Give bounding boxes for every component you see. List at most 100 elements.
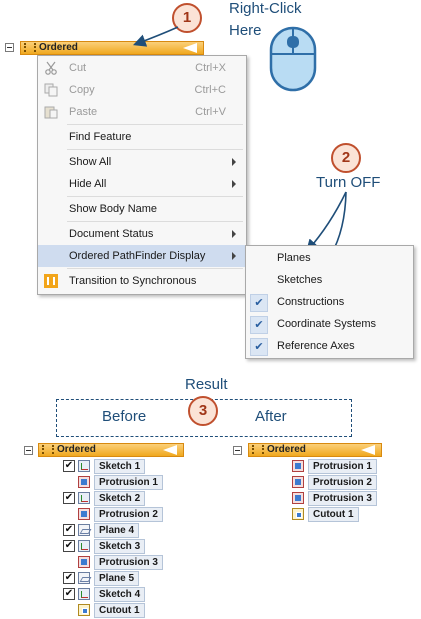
submenu-arrow-icon (232, 230, 236, 238)
step-badge-3: 3 (188, 396, 218, 426)
protrusion-icon (292, 476, 304, 488)
submenu-item-reference-axes[interactable]: ✔ Reference Axes (246, 335, 413, 357)
tree-node-label: Sketch 2 (94, 491, 146, 506)
protrusion-icon (78, 476, 90, 488)
tree-node-label: Cutout 1 (94, 603, 145, 618)
menu-separator (67, 149, 243, 150)
checkmark-icon: ✔ (250, 316, 268, 334)
menu-item-label: Ordered PathFinder Display (69, 250, 206, 262)
tree-node-label: Cutout 1 (308, 507, 359, 522)
feature-checkbox[interactable]: ✔ (63, 492, 75, 504)
submenu-arrow-icon (232, 252, 236, 260)
submenu-item-planes[interactable]: Planes (246, 247, 413, 269)
tree-node-label: Sketch 4 (94, 587, 146, 602)
plane-icon (78, 572, 90, 584)
menu-item-label: Paste (69, 106, 98, 118)
scissors-icon (45, 61, 57, 75)
protrusion-icon (78, 556, 90, 568)
feature-checkbox[interactable]: ✔ (63, 540, 75, 552)
menu-item-copy[interactable]: Copy Ctrl+C (38, 79, 246, 101)
checkmark-icon: ✔ (250, 294, 268, 312)
menu-item-label: Hide All (69, 178, 107, 190)
menu-item-document-status[interactable]: Document Status (38, 223, 246, 245)
feature-checkbox[interactable]: ✔ (63, 588, 75, 600)
plane-icon (78, 524, 90, 536)
turn-off-label: Turn OFF (316, 174, 381, 191)
step-badge-2: 2 (331, 143, 361, 173)
submenu-arrow-icon (232, 158, 236, 166)
submenu-item-constructions[interactable]: ✔ Constructions (246, 291, 413, 313)
paste-icon (44, 106, 58, 119)
ordered-arrow-icon (361, 445, 375, 455)
menu-item-label: Transition to Synchronous (69, 275, 197, 287)
sketch-icon (78, 460, 90, 472)
ordered-icon (252, 445, 264, 454)
cutout-icon (292, 508, 304, 520)
ordered-label: Ordered (267, 444, 306, 455)
sketch-icon (78, 540, 90, 552)
context-menu: Cut Ctrl+X Copy Ctrl+C Paste Ctrl+V Find… (37, 55, 247, 295)
before-collapse-toggle[interactable] (24, 446, 33, 455)
menu-item-show-body-name[interactable]: Show Body Name (38, 198, 246, 220)
menu-item-paste[interactable]: Paste Ctrl+V (38, 101, 246, 123)
menu-item-show-all[interactable]: Show All (38, 151, 246, 173)
pathfinder-display-submenu: Planes Sketches ✔ Constructions ✔ Coordi… (245, 245, 414, 359)
submenu-item-label: Reference Axes (277, 340, 355, 352)
menu-separator (67, 221, 243, 222)
transition-icon (44, 274, 58, 288)
tree-node-label: Protrusion 3 (308, 491, 377, 506)
tree-node-label: Sketch 3 (94, 539, 146, 554)
submenu-item-coordinate-systems[interactable]: ✔ Coordinate Systems (246, 313, 413, 335)
submenu-arrow-icon (232, 180, 236, 188)
menu-item-label: Copy (69, 84, 95, 96)
submenu-item-label: Planes (277, 252, 311, 264)
copy-icon (44, 83, 58, 97)
feature-checkbox[interactable]: ✔ (63, 572, 75, 584)
tree-node-label: Protrusion 1 (94, 475, 163, 490)
checkmark-icon: ✔ (250, 338, 268, 356)
submenu-item-sketches[interactable]: Sketches (246, 269, 413, 291)
menu-item-cut[interactable]: Cut Ctrl+X (38, 57, 246, 79)
menu-item-label: Document Status (69, 228, 154, 240)
submenu-item-label: Coordinate Systems (277, 318, 377, 330)
after-collapse-toggle[interactable] (233, 446, 242, 455)
menu-item-label: Cut (69, 62, 87, 74)
menu-item-shortcut: Ctrl+V (195, 106, 226, 118)
result-label: Result (185, 376, 228, 393)
sketch-icon (78, 492, 90, 504)
menu-item-transition-to-synchronous[interactable]: Transition to Synchronous (38, 270, 246, 292)
menu-item-label: Find Feature (69, 131, 132, 143)
menu-item-shortcut: Ctrl+X (195, 62, 226, 74)
ordered-label: Ordered (57, 444, 96, 455)
after-ordered-header[interactable]: Ordered (248, 443, 382, 457)
before-label: Before (102, 408, 147, 425)
feature-checkbox[interactable]: ✔ (63, 524, 75, 536)
tree-node-label: Protrusion 1 (308, 459, 377, 474)
menu-separator (67, 268, 243, 269)
after-label: After (255, 408, 287, 425)
menu-item-label: Show All (69, 156, 112, 168)
feature-checkbox[interactable]: ✔ (63, 460, 75, 472)
menu-item-label: Show Body Name (69, 203, 158, 215)
ordered-icon (42, 445, 54, 454)
before-ordered-header[interactable]: Ordered (38, 443, 184, 457)
ordered-arrow-icon (163, 445, 177, 455)
tree-node-label: Sketch 1 (94, 459, 146, 474)
menu-item-hide-all[interactable]: Hide All (38, 173, 246, 195)
tree-node-label: Protrusion 2 (308, 475, 377, 490)
tree-node-label: Protrusion 2 (94, 507, 163, 522)
menu-item-ordered-pathfinder-display[interactable]: Ordered PathFinder Display (38, 245, 246, 267)
tree-node-label: Plane 5 (94, 571, 140, 586)
submenu-item-label: Constructions (277, 296, 345, 308)
submenu-item-label: Sketches (277, 274, 323, 286)
cutout-icon (78, 604, 90, 616)
protrusion-icon (292, 460, 304, 472)
menu-item-find-feature[interactable]: Find Feature (38, 126, 246, 148)
tree-node-label: Protrusion 3 (94, 555, 163, 570)
tree-node-label: Plane 4 (94, 523, 140, 538)
protrusion-icon (292, 492, 304, 504)
menu-separator (67, 196, 243, 197)
menu-item-shortcut: Ctrl+C (194, 84, 226, 96)
protrusion-icon (78, 508, 90, 520)
menu-separator (67, 124, 243, 125)
